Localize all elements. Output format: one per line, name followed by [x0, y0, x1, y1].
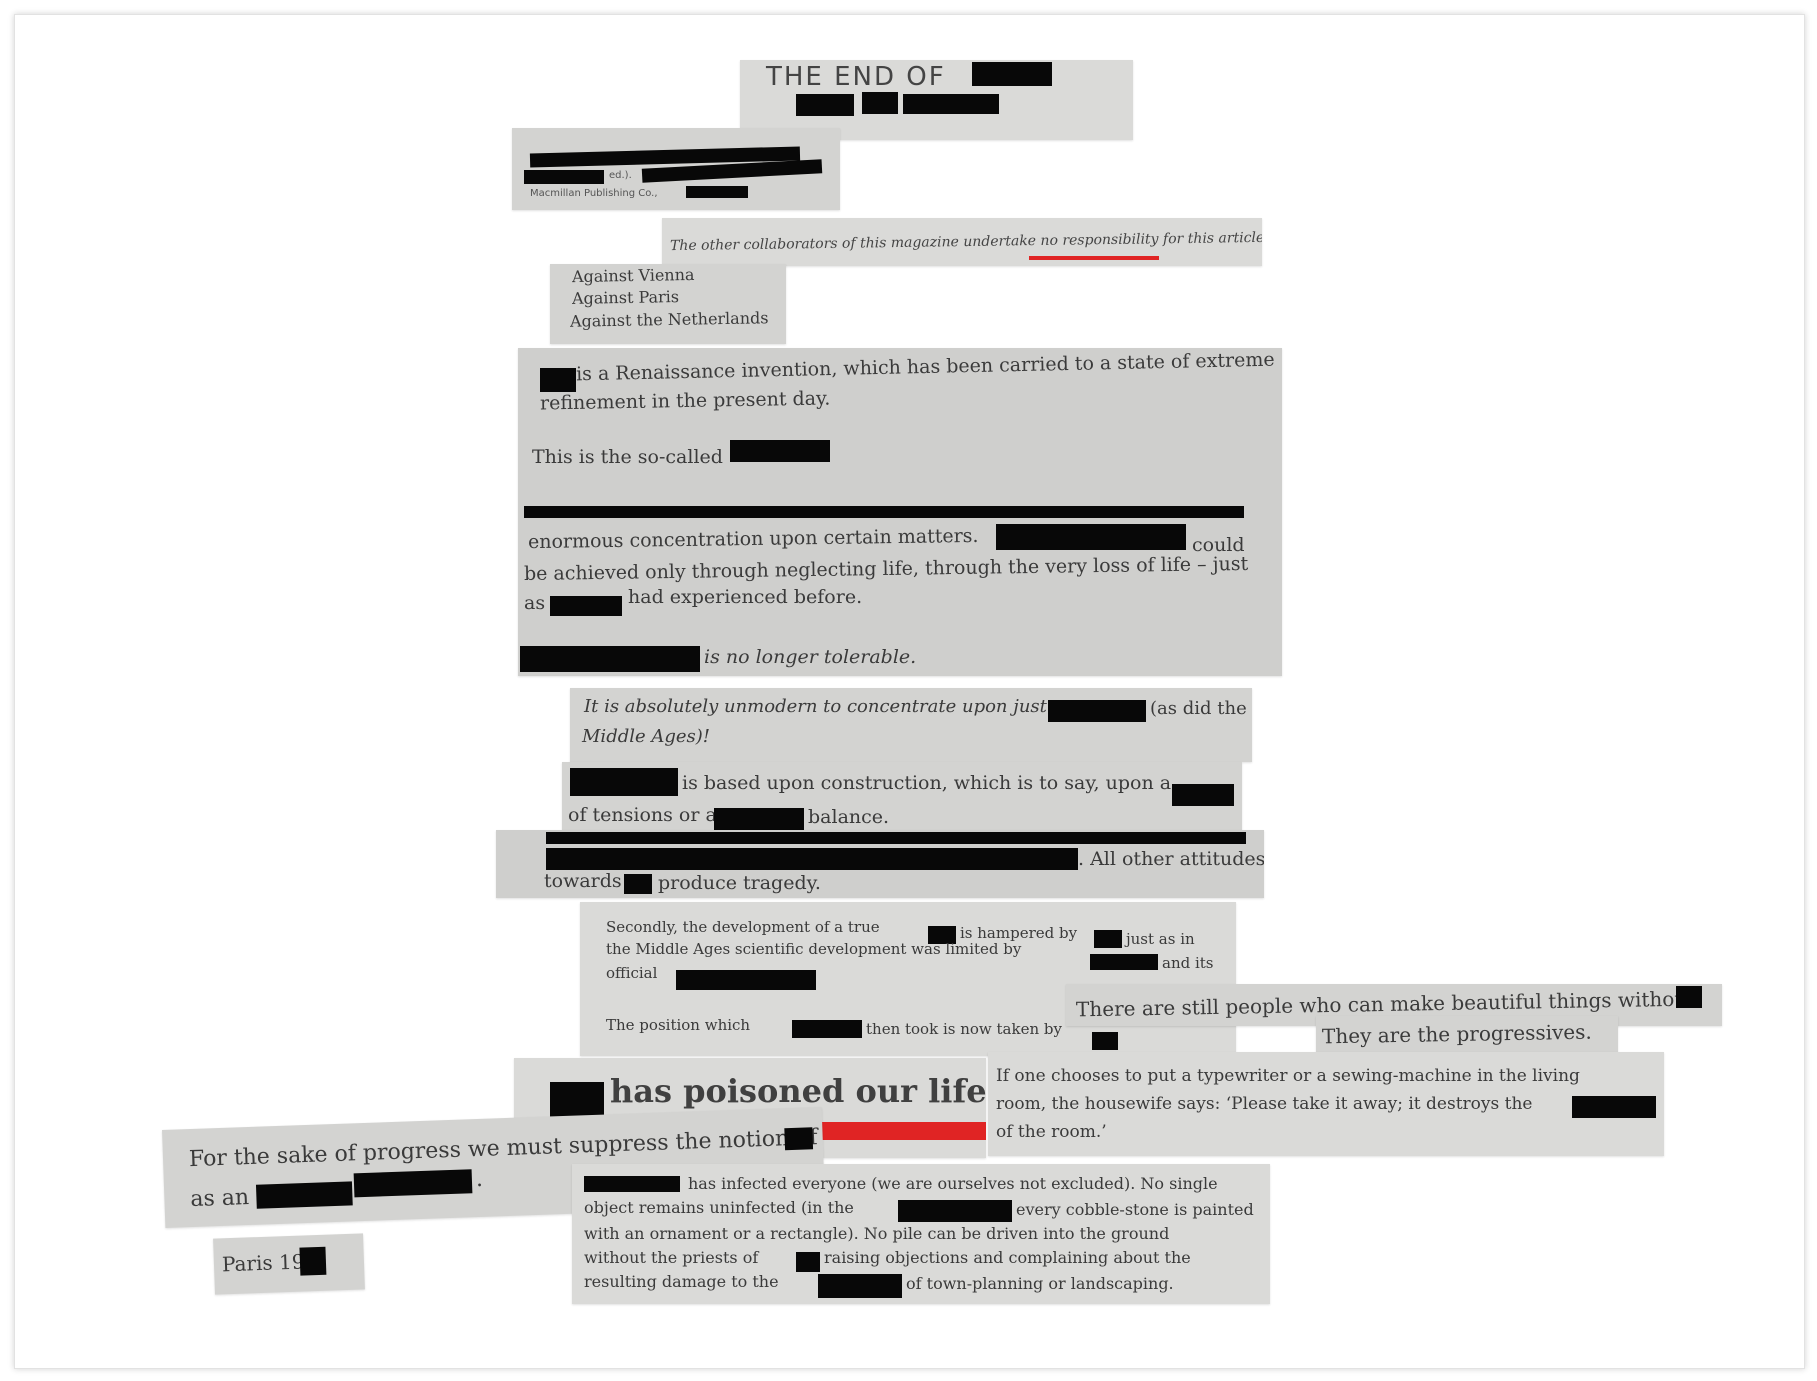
unmodern-line: Middle Ages)! [582, 726, 711, 747]
redaction-bar [546, 832, 1246, 844]
redaction-bar [898, 1200, 1012, 1222]
progressives-clipping: They are the progressives. [1316, 1016, 1618, 1054]
redaction-bar [584, 1176, 680, 1192]
infected-line: object remains uninfected (in the [584, 1198, 854, 1217]
infected-line: with an ornament or a rectangle). No pil… [584, 1224, 1170, 1243]
against-line: Against Vienna [571, 264, 695, 287]
secondly-line: and its [1162, 954, 1214, 972]
redaction-bar [1094, 930, 1122, 948]
construction-line: is based upon construction, which is to … [682, 772, 1172, 794]
redaction-bar [1048, 700, 1146, 722]
title-text: THE END OF [766, 62, 946, 92]
paris-text: Paris 19 [221, 1249, 305, 1277]
against-clipping: Against Vienna Against Paris Against the… [550, 264, 786, 344]
attitudes-line: towards [544, 870, 622, 892]
infected-line: every cobble-stone is painted [1016, 1200, 1254, 1219]
infected-line: raising objections and complaining about… [824, 1248, 1191, 1267]
redaction-bar [540, 368, 576, 392]
redaction-bar [686, 186, 748, 198]
renaissance-line: This is the so-called [532, 446, 723, 468]
redaction-bar [524, 170, 604, 184]
attitudes-line: produce tragedy. [658, 872, 821, 894]
infected-clipping: has infected everyone (we are ourselves … [572, 1164, 1270, 1304]
progress-line: . [475, 1166, 484, 1193]
redaction-bar [996, 524, 1186, 550]
unmodern-line: It is absolutely unmodern to concentrate… [584, 696, 1047, 717]
infected-line: of town-planning or landscaping. [906, 1274, 1174, 1293]
redaction-bar [862, 92, 898, 114]
renaissance-clipping: is a Renaissance invention, which has be… [518, 348, 1282, 676]
secondly-line: official [606, 964, 658, 982]
typewriter-line: room, the housewife says: ‘Please take i… [996, 1094, 1533, 1114]
renaissance-line: as [524, 592, 546, 614]
secondly-line: the Middle Ages scientific development w… [606, 940, 1022, 958]
redaction-bar [730, 440, 830, 462]
disclaimer-after: for this article. [1158, 229, 1262, 248]
secondly-clipping: Secondly, the development of a true is h… [580, 902, 1236, 1056]
redaction-bar [818, 1274, 902, 1298]
disclaimer-clipping: The other collaborators of this magazine… [662, 218, 1262, 266]
redaction-bar [299, 1246, 327, 1276]
redaction-bar [1172, 784, 1234, 806]
secondly-line: just as in [1126, 930, 1195, 948]
against-line: Against the Netherlands [569, 308, 769, 331]
disclaimer-text: The other collaborators of this magazine… [670, 230, 1262, 254]
redaction-bar [353, 1169, 473, 1198]
publisher-name: Macmillan Publishing Co., [530, 188, 658, 199]
redaction-bar [1092, 1032, 1118, 1050]
secondly-line: then took is now taken by [866, 1020, 1062, 1038]
redaction-bar [624, 874, 652, 894]
typewriter-clipping: If one chooses to put a typewriter or a … [988, 1052, 1664, 1156]
publisher-fragment: ed.). [609, 170, 632, 181]
renaissance-line: refinement in the present day. [539, 387, 831, 415]
progressives-text: They are the progressives. [1321, 1019, 1592, 1049]
unmodern-clipping: It is absolutely unmodern to concentrate… [570, 688, 1252, 762]
infected-line: without the priests of [584, 1248, 759, 1267]
typewriter-line: of the room.’ [996, 1122, 1107, 1142]
paris-clipping: Paris 19 [213, 1233, 365, 1295]
redaction-bar [1676, 986, 1702, 1008]
disclaimer-underlined: no responsibility [1040, 231, 1159, 250]
unmodern-line: (as did the [1150, 698, 1247, 719]
renaissance-line: is a Renaissance invention, which has be… [575, 348, 1275, 386]
progress-line: as an [190, 1185, 250, 1213]
redaction-bar [784, 1127, 814, 1151]
redaction-bar [792, 1020, 862, 1038]
infected-line: has infected everyone (we are ourselves … [688, 1174, 1218, 1193]
renaissance-line: is no longer tolerable. [704, 646, 917, 668]
redaction-bar [570, 768, 678, 796]
redaction-bar [676, 970, 816, 990]
construction-clipping: is based upon construction, which is to … [562, 762, 1242, 834]
redaction-bar [972, 62, 1052, 86]
attitudes-line: . All other attitudes [1078, 848, 1264, 870]
redaction-bar [520, 646, 700, 672]
redaction-bar [524, 506, 1244, 518]
renaissance-line: had experienced before. [628, 586, 863, 608]
redaction-bar [1572, 1096, 1656, 1118]
against-line: Against Paris [571, 287, 680, 308]
redaction-bar [255, 1181, 353, 1209]
redaction-bar [1090, 954, 1158, 970]
typewriter-line: If one chooses to put a typewriter or a … [996, 1066, 1580, 1086]
secondly-line: The position which [606, 1016, 751, 1034]
redaction-bar [796, 1252, 820, 1272]
redaction-bar [714, 808, 804, 830]
infected-line: resulting damage to the [584, 1272, 779, 1291]
poisoned-text: has poisoned our life. [610, 1072, 986, 1110]
red-underline [1029, 256, 1159, 260]
renaissance-line: enormous concentration upon certain matt… [527, 524, 979, 554]
renaissance-line: be achieved only through neglecting life… [523, 552, 1249, 586]
redaction-bar [546, 848, 1078, 870]
redaction-bar [550, 596, 622, 616]
publisher-clipping: ed.). Macmillan Publishing Co., [512, 128, 840, 210]
construction-line: balance. [808, 806, 890, 828]
disclaimer-before: The other collaborators of this magazine… [669, 233, 1041, 255]
secondly-line: Secondly, the development of a true [606, 918, 880, 936]
redaction-bar [903, 94, 999, 114]
construction-line: of tensions or a [568, 804, 717, 826]
redaction-bar [796, 94, 854, 116]
attitudes-clipping: . All other attitudes towards produce tr… [496, 830, 1264, 898]
